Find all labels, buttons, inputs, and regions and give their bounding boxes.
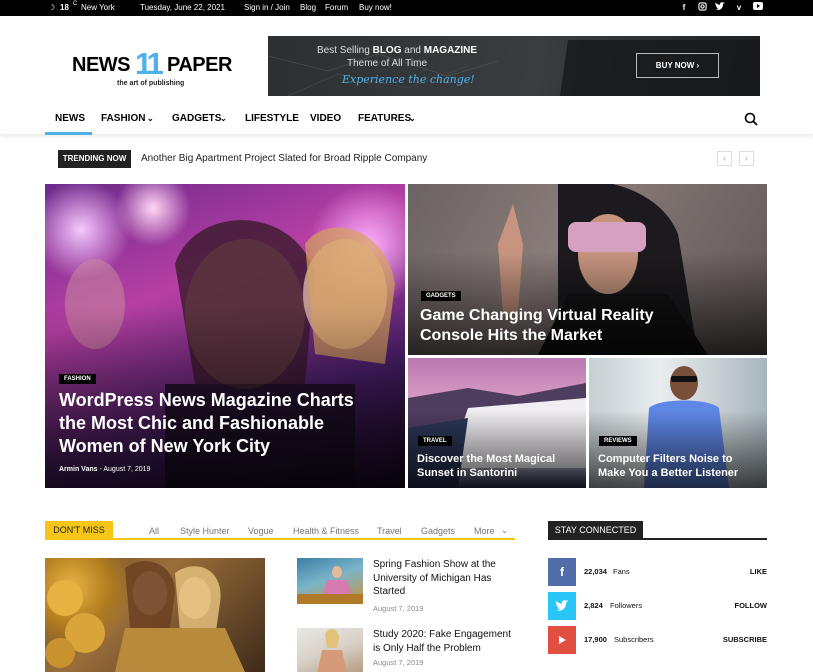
featured-main-tile[interactable]: FASHION WordPress News Magazine Charts t…: [45, 184, 405, 488]
category-badge[interactable]: REVIEWS: [599, 436, 637, 446]
facebook-icon: f: [548, 558, 576, 586]
social-count: 2,824: [584, 601, 603, 610]
banner-line-2: Theme of All Time: [347, 58, 428, 69]
trending-next-button[interactable]: ›: [739, 151, 754, 166]
post-date: August 7, 2019: [103, 466, 151, 473]
sign-in-link[interactable]: Sign in / Join: [244, 3, 290, 12]
youtube-icon[interactable]: [753, 2, 763, 13]
social-counter-youtube[interactable]: 17,900 Subscribers SUBSCRIBE: [548, 626, 767, 654]
chevron-down-icon: ⌄: [147, 114, 154, 123]
social-count: 17,900: [584, 635, 607, 644]
subscribe-button[interactable]: SUBSCRIBE: [723, 635, 767, 644]
banner-line-3: Experience the change!: [342, 73, 475, 86]
logo-number: 11: [135, 46, 164, 81]
social-counter-facebook[interactable]: f 22,034 Fans LIKE: [548, 558, 767, 586]
tab-more[interactable]: More: [474, 526, 495, 536]
weather-temp: 18: [60, 3, 69, 12]
post-title[interactable]: Spring Fashion Show at the University of…: [373, 558, 518, 599]
trending-label: TRENDING NOW: [58, 150, 131, 168]
dont-miss-big-thumb[interactable]: [45, 558, 265, 672]
featured-top-right-tile[interactable]: GADGETS Game Changing Virtual Reality Co…: [408, 184, 767, 355]
facebook-icon[interactable]: f: [679, 2, 689, 13]
tab-style-hunter[interactable]: Style Hunter: [180, 526, 230, 536]
current-date: Tuesday, June 22, 2021: [140, 3, 225, 12]
site-logo[interactable]: NEWS 11 PAPER the art of publishing: [72, 48, 240, 92]
post-thumb-image: [317, 629, 347, 672]
category-badge[interactable]: TRAVEL: [418, 436, 452, 446]
trending-headline[interactable]: Another Big Apartment Project Slated for…: [141, 153, 427, 164]
instagram-icon[interactable]: [697, 2, 707, 13]
featured-top-right-title[interactable]: Game Changing Virtual Reality Console Hi…: [420, 306, 690, 346]
weather-city: New York: [81, 3, 115, 12]
tab-all[interactable]: All: [149, 526, 159, 536]
logo-word-paper: PAPER: [167, 54, 232, 76]
logo-word-news: NEWS: [72, 54, 131, 76]
post-thumb-image: [297, 566, 363, 604]
banner-buy-now-button[interactable]: BUY NOW ›: [636, 53, 719, 78]
nav-item-news[interactable]: NEWS: [55, 113, 85, 124]
post-date: August 7, 2019: [373, 604, 424, 613]
featured-bottom-left-title[interactable]: Discover the Most Magical Sunset in Sant…: [417, 452, 577, 480]
social-counter-twitter[interactable]: 2,824 Followers FOLLOW: [548, 592, 767, 620]
trending-prev-button[interactable]: ‹: [717, 151, 732, 166]
vimeo-icon[interactable]: v: [734, 2, 744, 13]
weather-unit: C: [73, 1, 78, 7]
tab-travel[interactable]: Travel: [377, 526, 402, 536]
forum-link[interactable]: Forum: [325, 3, 348, 12]
category-badge[interactable]: GADGETS: [421, 291, 461, 301]
nav-item-features[interactable]: FEATURES: [358, 113, 411, 124]
banner-line-1: Best Selling BLOG and MAGAZINE: [317, 45, 478, 56]
like-button[interactable]: LIKE: [750, 567, 767, 576]
moon-icon: ☽: [48, 3, 56, 12]
author-name[interactable]: Armin Vans: [59, 466, 98, 473]
top-bar: ☽ 18 C New York Tuesday, June 22, 2021 S…: [0, 0, 813, 16]
nav-item-fashion[interactable]: FASHION: [101, 113, 145, 124]
tab-vogue[interactable]: Vogue: [248, 526, 274, 536]
dont-miss-underline: [45, 538, 515, 540]
twitter-icon: [548, 592, 576, 620]
post-thumb[interactable]: [297, 628, 363, 672]
chevron-down-icon: ⌄: [409, 114, 416, 123]
category-badge[interactable]: FASHION: [59, 374, 96, 384]
post-thumb[interactable]: [297, 558, 363, 604]
follow-button[interactable]: FOLLOW: [735, 601, 768, 610]
nav-active-indicator: [45, 132, 92, 135]
main-nav: NEWS FASHION ⌄ GADGETS ⌄ LIFESTYLE VIDEO…: [0, 102, 813, 135]
featured-main-title[interactable]: WordPress News Magazine Charts the Most …: [59, 389, 379, 458]
social-count-label: Subscribers: [614, 635, 654, 644]
social-count-label: Fans: [613, 567, 630, 576]
featured-bottom-right-title[interactable]: Computer Filters Noise to Make You a Bet…: [598, 452, 763, 480]
header-banner-ad[interactable]: Best Selling BLOG and MAGAZINE Theme of …: [268, 36, 760, 96]
tab-gadgets[interactable]: Gadgets: [421, 526, 455, 536]
nav-item-lifestyle[interactable]: LIFESTYLE: [245, 113, 299, 124]
tab-health-fitness[interactable]: Health & Fitness: [293, 526, 359, 536]
social-count: 22,034: [584, 567, 607, 576]
featured-bottom-left-tile[interactable]: TRAVEL Discover the Most Magical Sunset …: [408, 358, 586, 488]
dont-miss-label: DON'T MISS: [45, 521, 113, 540]
chevron-down-icon: ⌄: [501, 525, 509, 535]
post-date: August 7, 2019: [373, 658, 424, 667]
logo-tagline: the art of publishing: [117, 80, 185, 87]
blog-link[interactable]: Blog: [300, 3, 316, 12]
nav-item-gadgets[interactable]: GADGETS: [172, 113, 221, 124]
stay-connected-label: STAY CONNECTED: [548, 521, 643, 540]
chevron-down-icon: ⌄: [220, 114, 227, 123]
dont-miss-big-image: [45, 561, 245, 672]
social-count-label: Followers: [610, 601, 643, 610]
buy-now-link[interactable]: Buy now!: [359, 3, 392, 12]
youtube-icon: [548, 626, 576, 654]
featured-bottom-right-tile[interactable]: REVIEWS Computer Filters Noise to Make Y…: [589, 358, 767, 488]
nav-item-video[interactable]: VIDEO: [310, 113, 341, 124]
featured-main-meta: Armin Vans - August 7, 2019: [59, 466, 151, 473]
twitter-icon[interactable]: [715, 2, 725, 13]
search-icon[interactable]: [744, 112, 758, 126]
post-title[interactable]: Study 2020: Fake Engagement is Only Half…: [373, 628, 518, 655]
